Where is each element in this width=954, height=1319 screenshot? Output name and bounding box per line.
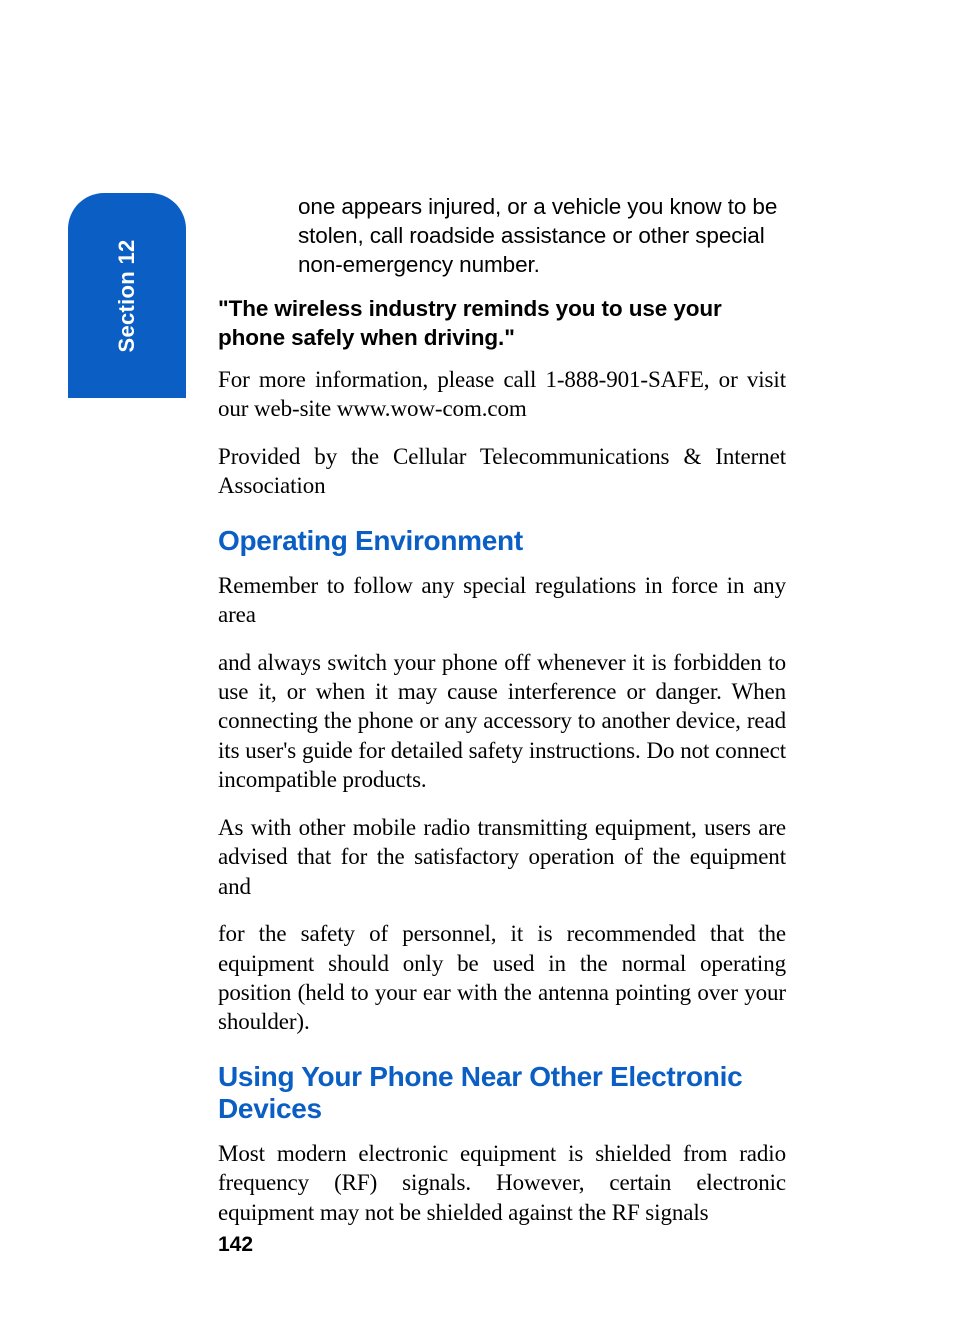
section-tab-label: Section 12 bbox=[114, 239, 140, 352]
operating-para-1: Remember to follow any special regulatio… bbox=[218, 571, 786, 630]
electronic-devices-para-1: Most modern electronic equipment is shie… bbox=[218, 1139, 786, 1227]
section-tab: Section 12 bbox=[68, 193, 186, 398]
operating-para-3: As with other mobile radio transmitting … bbox=[218, 813, 786, 901]
heading-electronic-devices: Using Your Phone Near Other Electronic D… bbox=[218, 1061, 786, 1125]
operating-para-4: for the safety of personnel, it is recom… bbox=[218, 919, 786, 1037]
info-provider: Provided by the Cellular Telecommunicati… bbox=[218, 442, 786, 501]
document-page: Section 12 one appears injured, or a veh… bbox=[0, 0, 954, 1319]
operating-para-2: and always switch your phone off wheneve… bbox=[218, 648, 786, 795]
page-number: 142 bbox=[218, 1233, 786, 1257]
heading-operating-environment: Operating Environment bbox=[218, 525, 786, 557]
info-contact: For more information, please call 1-888-… bbox=[218, 365, 786, 424]
intro-fragment: one appears injured, or a vehicle you kn… bbox=[298, 193, 786, 279]
safety-quote: "The wireless industry reminds you to us… bbox=[218, 295, 786, 353]
page-content: one appears injured, or a vehicle you kn… bbox=[218, 193, 786, 1257]
